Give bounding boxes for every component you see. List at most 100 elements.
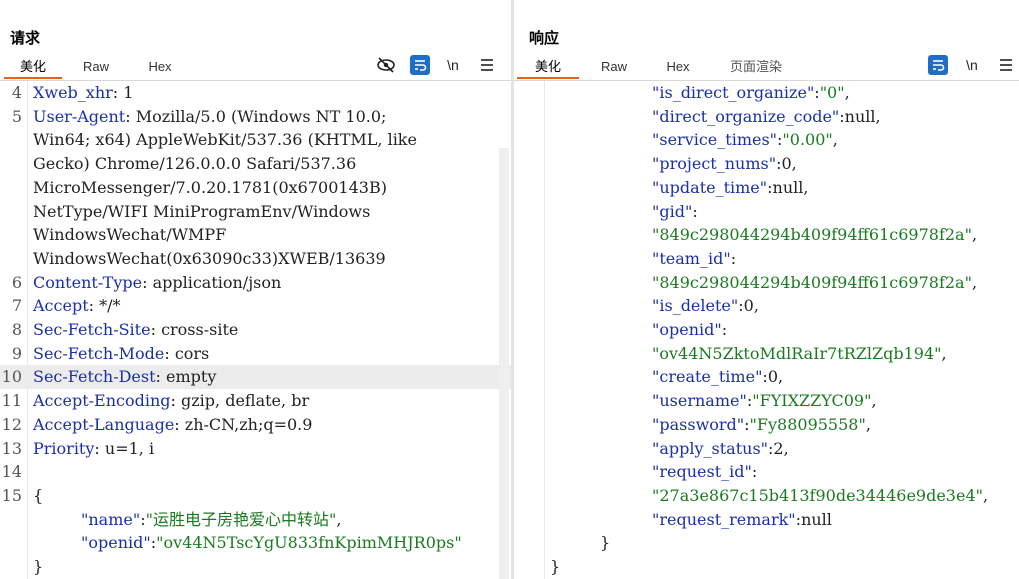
code-line[interactable]: 14 xyxy=(0,460,511,484)
json-key: "project_nums" xyxy=(652,154,777,174)
newline-icon[interactable]: \n xyxy=(442,56,464,74)
code-line[interactable]: "username":"FYIXZZYC09", xyxy=(514,389,1019,413)
code-line[interactable]: 4 Xweb_xhr: 1 xyxy=(0,81,511,105)
code-line[interactable]: 8 Sec-Fetch-Site: cross-site xyxy=(0,318,511,342)
code-line[interactable]: } xyxy=(514,555,1019,579)
code-line[interactable]: "name":"运胜电子房艳爱心中转站", xyxy=(0,508,511,532)
code-line[interactable]: NetType/WIFI MiniProgramEnv/Windows xyxy=(0,200,511,224)
line-number: 4 xyxy=(11,83,22,102)
code-line[interactable]: "is_delete":0, xyxy=(514,294,1019,318)
code-line[interactable]: 6 Content-Type: application/json xyxy=(0,271,511,295)
code-line[interactable]: "request_id": xyxy=(514,460,1019,484)
header-value: zh-CN,zh;q=0.9 xyxy=(184,414,313,434)
tab-response-hex[interactable]: Hex xyxy=(652,57,704,77)
tab-request-pretty[interactable]: 美化 xyxy=(4,57,62,79)
code-line[interactable]: "openid": xyxy=(514,318,1019,342)
code-line[interactable]: 7 Accept: */* xyxy=(0,294,511,318)
line-text: "is_delete":0, xyxy=(652,294,759,318)
code-line[interactable]: "gid": xyxy=(514,200,1019,224)
code-line[interactable]: 5 User-Agent: Mozilla/5.0 (Windows NT 10.… xyxy=(0,105,511,129)
code-line[interactable]: "team_id": xyxy=(514,247,1019,271)
newline-icon[interactable]: \n xyxy=(961,56,983,74)
line-number: 5 xyxy=(11,106,22,126)
separator: , xyxy=(803,177,809,197)
code-line[interactable]: "apply_status":2, xyxy=(514,437,1019,461)
tab-response-raw[interactable]: Raw xyxy=(588,57,640,77)
request-title: 请求 xyxy=(10,30,41,47)
separator: : xyxy=(692,201,698,221)
request-scrollbar[interactable] xyxy=(499,148,509,579)
line-text: Win64; x64) AppleWebKit/537.36 (KHTML, l… xyxy=(33,128,417,152)
code-line[interactable]: 10 Sec-Fetch-Dest: empty xyxy=(0,365,511,390)
code-line[interactable]: "password":"Fy88095558", xyxy=(514,413,1019,437)
code-line[interactable]: 11 Accept-Encoding: gzip, deflate, br xyxy=(0,389,511,413)
json-string: "运胜电子房艳爱心中转站" xyxy=(145,509,337,529)
request-editor[interactable]: 4 Xweb_xhr: 1 5 User-Agent: Mozilla/5.0 (Wi… xyxy=(0,81,511,579)
code-line[interactable]: 15 { xyxy=(0,484,511,508)
separator: , xyxy=(778,367,784,387)
json-string: "0" xyxy=(819,83,845,102)
code-line[interactable]: "update_time":null, xyxy=(514,176,1019,200)
header-value: Mozilla/5.0 (Windows NT 10.0; xyxy=(135,106,387,126)
tab-response-pretty[interactable]: 美化 xyxy=(517,57,579,79)
menu-icon[interactable] xyxy=(996,56,1016,74)
code-line[interactable]: "ov44N5ZktoMdlRaIr7tRZlZqb194", xyxy=(514,342,1019,366)
code-line[interactable]: 12 Accept-Language: zh-CN,zh;q=0.9 xyxy=(0,413,511,437)
line-number: 6 xyxy=(11,272,22,292)
line-text: "password":"Fy88095558", xyxy=(652,413,871,437)
code-text: NetType/WIFI MiniProgramEnv/Windows xyxy=(33,201,371,221)
line-text: Sec-Fetch-Mode: cors xyxy=(33,342,209,366)
tab-request-raw[interactable]: Raw xyxy=(70,57,122,77)
code-line[interactable]: } xyxy=(514,531,1019,555)
code-line[interactable]: "27a3e867c15b413f90de34446e9de3e4", xyxy=(514,484,1019,508)
tab-response-render[interactable]: 页面渲染 xyxy=(720,57,792,77)
line-text: "team_id": xyxy=(652,247,736,271)
line-text: MicroMessenger/7.0.20.1781(0x6700143B) xyxy=(33,176,387,200)
json-value: 0 xyxy=(781,154,792,174)
line-text: "openid":"ov44N5TscYgU833fnKpimMHJR0ps" xyxy=(81,531,462,555)
separator: : xyxy=(170,391,181,411)
code-line[interactable]: "direct_organize_code":null, xyxy=(514,105,1019,129)
header-name: Sec-Fetch-Site xyxy=(33,320,151,339)
line-text: "849c298044294b409f94ff61c6978f2a", xyxy=(652,223,977,247)
header-value: application/json xyxy=(152,272,282,292)
json-key: "username" xyxy=(652,391,747,411)
code-line[interactable]: "openid":"ov44N5TscYgU833fnKpimMHJR0ps" xyxy=(0,531,511,555)
code-line[interactable]: WindowsWechat/WMPF xyxy=(0,223,511,247)
code-line[interactable]: MicroMessenger/7.0.20.1781(0x6700143B) xyxy=(0,176,511,200)
tab-request-hex[interactable]: Hex xyxy=(134,57,186,77)
separator: : xyxy=(125,106,136,126)
json-key: "apply_status" xyxy=(652,438,769,458)
code-line[interactable]: "849c298044294b409f94ff61c6978f2a", xyxy=(514,223,1019,247)
wrap-icon[interactable] xyxy=(928,55,948,75)
code-line[interactable]: "service_times":"0.00", xyxy=(514,128,1019,152)
wrap-icon[interactable] xyxy=(410,55,430,75)
code-line[interactable]: "849c298044294b409f94ff61c6978f2a", xyxy=(514,271,1019,295)
code-line[interactable]: 13 Priority: u=1, i xyxy=(0,437,511,461)
response-editor[interactable]: "is_direct_organize":"0", "direct_organiz… xyxy=(514,81,1019,579)
json-string: "FYIXZZYC09" xyxy=(752,391,872,411)
code-line[interactable]: Win64; x64) AppleWebKit/537.36 (KHTML, l… xyxy=(0,128,511,152)
menu-icon[interactable] xyxy=(477,56,497,74)
code-line[interactable]: "create_time":0, xyxy=(514,365,1019,389)
line-text: Gecko) Chrome/126.0.0.0 Safari/537.36 xyxy=(33,152,356,176)
header-value: */* xyxy=(99,296,121,316)
code-line[interactable]: 9 Sec-Fetch-Mode: cors xyxy=(0,342,511,366)
json-key: "create_time" xyxy=(652,367,763,387)
separator: , xyxy=(844,83,850,102)
line-text: "username":"FYIXZZYC09", xyxy=(652,389,877,413)
json-key: "update_time" xyxy=(652,177,768,197)
code-line[interactable]: "request_remark":null xyxy=(514,508,1019,532)
code-line[interactable]: Gecko) Chrome/126.0.0.0 Safari/537.36 xyxy=(0,152,511,176)
json-value: 0 xyxy=(743,296,754,316)
code-line[interactable]: WindowsWechat(0x63090c33)XWEB/13639 xyxy=(0,247,511,271)
json-key: "openid" xyxy=(652,320,722,339)
code-line[interactable]: "is_direct_organize":"0", xyxy=(514,81,1019,105)
separator: , xyxy=(875,106,881,126)
code-line[interactable]: } xyxy=(0,555,511,579)
code-line[interactable]: "project_nums":0, xyxy=(514,152,1019,176)
code-text: } xyxy=(550,557,561,576)
header-name: Priority xyxy=(33,438,95,458)
eye-off-icon[interactable] xyxy=(376,56,396,74)
json-string: "Fy88095558" xyxy=(749,414,866,434)
